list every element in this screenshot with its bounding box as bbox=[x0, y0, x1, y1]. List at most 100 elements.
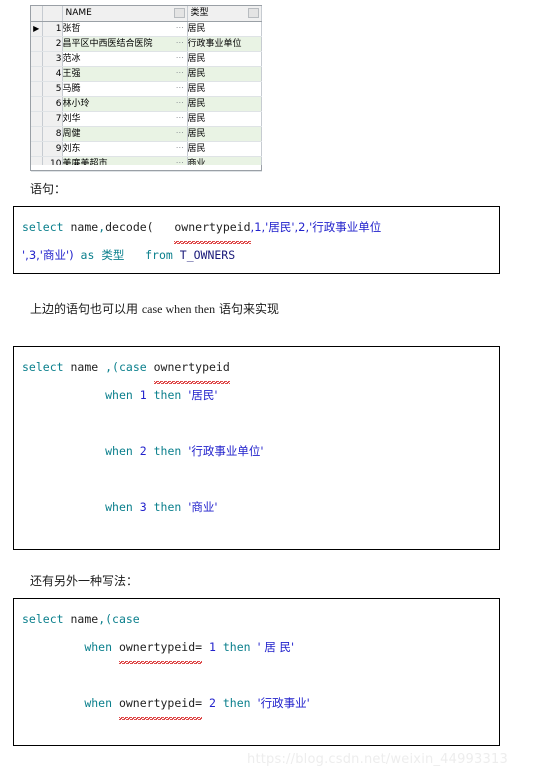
cell-menu-icon[interactable]: ⋯ bbox=[175, 129, 185, 138]
sql-when-value: 2 bbox=[208, 696, 216, 710]
cell-name-text: 王强 bbox=[62, 69, 81, 79]
code-block-case-when-condition[interactable]: select name,(case when ownertypeid= 1 th… bbox=[13, 598, 500, 746]
cell-menu-icon[interactable]: ⋯ bbox=[175, 99, 185, 108]
sql-when-value: 1 bbox=[139, 388, 147, 402]
row-selector-gutter[interactable] bbox=[31, 111, 43, 127]
cell-type[interactable]: 居民 bbox=[187, 81, 262, 97]
table-row[interactable]: ▶ 1 张哲 ⋯ 居民 bbox=[31, 21, 262, 37]
owners-data-grid[interactable]: NAME 类型 ▶ 1 张哲⋯ 居民 2 昌平区中西医结合医院⋯ 行政事业单 bbox=[30, 5, 262, 172]
row-number: 5 bbox=[42, 81, 63, 97]
table-row[interactable]: 4 王强 ⋯ 居民 bbox=[31, 66, 262, 82]
table-header-row: NAME 类型 bbox=[31, 6, 262, 22]
row-selector-gutter[interactable] bbox=[31, 96, 43, 112]
cell-name[interactable]: 马腾 ⋯ bbox=[62, 81, 188, 97]
column-header-name[interactable]: NAME bbox=[62, 6, 188, 22]
cell-menu-icon[interactable]: ⋯ bbox=[175, 69, 185, 78]
cell-name-text: 周健 bbox=[62, 129, 81, 139]
sql-identifier-ownertypeid: ownertypeid= bbox=[119, 745, 202, 746]
cell-name[interactable]: 王强 ⋯ bbox=[62, 66, 188, 82]
column-header-type-label: 类型 bbox=[190, 8, 209, 18]
table-row[interactable]: 7 刘华 ⋯ 居民 bbox=[31, 111, 262, 127]
cell-name-text: 刘华 bbox=[62, 114, 81, 124]
row-number: 3 bbox=[42, 51, 63, 67]
column-filter-button-name[interactable] bbox=[173, 8, 185, 18]
sql-alias-leixing: 类型 bbox=[101, 248, 125, 262]
sql-function-decode: decode( bbox=[105, 220, 154, 234]
cell-type[interactable]: 居民 bbox=[187, 51, 262, 67]
cell-type[interactable]: 居民 bbox=[187, 66, 262, 82]
cell-menu-icon[interactable]: ⋯ bbox=[175, 24, 185, 33]
sql-then-string: ' 居 民' bbox=[257, 640, 295, 654]
sql-keyword-then: then bbox=[153, 444, 182, 458]
cell-name[interactable]: 昌平区中西医结合医院 ⋯ bbox=[62, 36, 188, 52]
note-statement-label: 语句： bbox=[30, 182, 67, 196]
table-row[interactable]: 9 刘东 ⋯ 居民 bbox=[31, 141, 262, 157]
sql-when-value: 2 bbox=[139, 444, 147, 458]
row-selector-gutter[interactable] bbox=[31, 51, 43, 67]
sql-then-string: '行政事业单位' bbox=[188, 444, 264, 458]
cell-name[interactable]: 刘东 ⋯ bbox=[62, 141, 188, 157]
cell-type[interactable]: 居民 bbox=[187, 111, 262, 127]
owners-table: NAME 类型 ▶ 1 张哲⋯ 居民 2 昌平区中西医结合医院⋯ 行政事业单 bbox=[31, 6, 262, 172]
cell-menu-icon[interactable]: ⋯ bbox=[175, 39, 185, 48]
sql-keyword-when: when bbox=[105, 500, 133, 514]
note-case-prefix: 上边的语句也可以用 bbox=[30, 302, 142, 316]
row-selector-gutter[interactable] bbox=[31, 66, 43, 82]
sql-when-value: 1 bbox=[208, 640, 216, 654]
cell-name[interactable]: 周健 ⋯ bbox=[62, 126, 188, 142]
cell-type[interactable]: 居民 bbox=[187, 96, 262, 112]
cell-menu-icon[interactable]: ⋯ bbox=[175, 54, 185, 63]
sql-identifier-ownertypeid: ownertypeid bbox=[174, 213, 251, 244]
table-row[interactable]: 2 昌平区中西医结合医院 ⋯ 行政事业单位 bbox=[31, 36, 262, 52]
row-number: 8 bbox=[42, 126, 63, 142]
table-row[interactable]: 3 范冰 ⋯ 居民 bbox=[31, 51, 262, 67]
row-selector-gutter[interactable] bbox=[31, 126, 43, 142]
sql-table-t-owners: T_OWNERS bbox=[179, 248, 236, 262]
sql-keyword-select: select bbox=[22, 220, 64, 234]
row-number: 1 bbox=[42, 21, 63, 37]
sql-case-open: ,(case bbox=[98, 612, 140, 626]
cell-menu-icon[interactable]: ⋯ bbox=[175, 114, 185, 123]
sql-keyword-when: when bbox=[84, 640, 113, 654]
cell-menu-icon[interactable]: ⋯ bbox=[175, 144, 185, 153]
column-header-gutter bbox=[31, 6, 43, 22]
row-number: 6 bbox=[42, 96, 63, 112]
cell-name[interactable]: 张哲 ⋯ bbox=[62, 21, 188, 37]
cell-type[interactable]: 居民 bbox=[187, 126, 262, 142]
column-filter-button-type[interactable] bbox=[247, 8, 259, 18]
sql-when-value: 3 bbox=[139, 500, 147, 514]
sql-then-string: '行政事业' bbox=[257, 696, 310, 710]
code-block-decode[interactable]: select name,decode( ownertypeid,1,'居民',2… bbox=[13, 206, 500, 274]
row-selector-gutter[interactable] bbox=[31, 81, 43, 97]
sql-keyword-when: when bbox=[105, 444, 133, 458]
column-header-name-label: NAME bbox=[65, 8, 92, 18]
sql-keyword-then: then bbox=[222, 696, 251, 710]
sql-then-string: '居民' bbox=[188, 388, 218, 402]
table-row[interactable]: 6 林小玲 ⋯ 居民 bbox=[31, 96, 262, 112]
cell-type[interactable]: 居民 bbox=[187, 21, 262, 37]
sql-keyword-when: when bbox=[84, 696, 113, 710]
code-block-case-when-value[interactable]: select name ,(case ownertypeid when 1 th… bbox=[13, 346, 500, 550]
row-number: 9 bbox=[42, 141, 63, 157]
table-row[interactable]: 5 马腾 ⋯ 居民 bbox=[31, 81, 262, 97]
row-selector-gutter[interactable] bbox=[31, 141, 43, 157]
row-selector-gutter[interactable] bbox=[31, 36, 43, 52]
cell-type[interactable]: 居民 bbox=[187, 141, 262, 157]
sql-identifier-ownertypeid: ownertypeid= bbox=[118, 633, 203, 664]
cell-name[interactable]: 林小玲 ⋯ bbox=[62, 96, 188, 112]
row-selector-gutter[interactable]: ▶ bbox=[31, 21, 43, 37]
note-case-suffix: 语句来实现 bbox=[215, 302, 279, 316]
column-header-rownum bbox=[42, 6, 63, 22]
table-row[interactable]: 8 周健 ⋯ 居民 bbox=[31, 126, 262, 142]
column-header-type[interactable]: 类型 bbox=[187, 6, 262, 22]
sql-keyword-when: when bbox=[105, 388, 133, 402]
cell-name-text: 范冰 bbox=[62, 54, 81, 64]
row-number: 2 bbox=[42, 36, 63, 52]
cell-type[interactable]: 行政事业单位 bbox=[187, 36, 262, 52]
csdn-watermark: https://blog.csdn.net/weixin_44993313 bbox=[247, 752, 508, 767]
grid-footer-strip bbox=[30, 165, 262, 171]
note-case-inline-code: case when then bbox=[141, 302, 216, 316]
cell-name[interactable]: 范冰 ⋯ bbox=[62, 51, 188, 67]
cell-menu-icon[interactable]: ⋯ bbox=[175, 84, 185, 93]
cell-name[interactable]: 刘华 ⋯ bbox=[62, 111, 188, 127]
